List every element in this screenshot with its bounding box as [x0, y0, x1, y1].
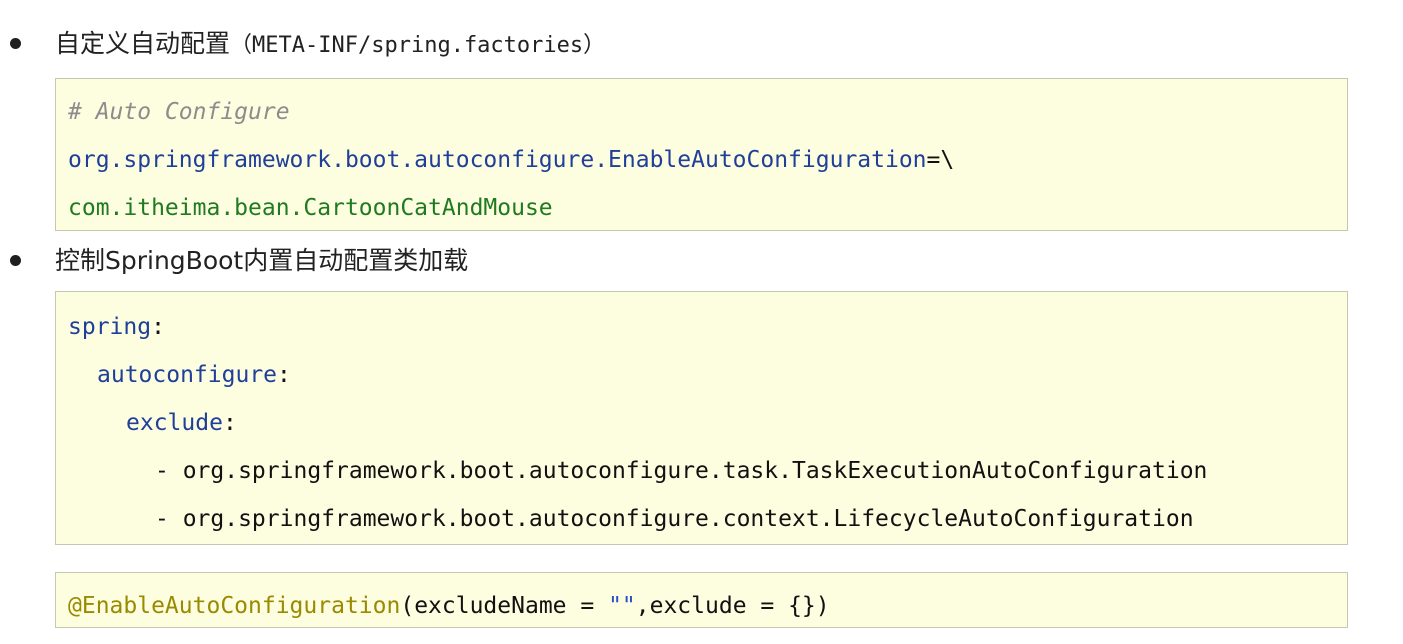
yaml-exclude-item: - org.springframework.boot.autoconfigure… [155, 506, 1194, 532]
yaml-colon: : [222, 410, 237, 436]
code-block-yaml-exclude: spring: autoconfigure: exclude: - org.sp… [55, 291, 1348, 545]
bullet-text: 控制SpringBoot内置自动配置类加载 [55, 246, 469, 275]
yaml-colon: : [151, 314, 165, 340]
code-block-spring-factories: # Auto Configure org.springframework.boo… [55, 78, 1348, 231]
annotation-args-close: ,exclude = {}) [635, 593, 830, 619]
annotation-string-value: "" [608, 593, 636, 619]
code-key: org.springframework.boot.autoconfigure.E… [68, 147, 927, 173]
yaml-key-spring: spring [68, 314, 152, 340]
yaml-line-exclude: exclude: [126, 408, 237, 438]
yaml-line-autoconfigure: autoconfigure: [97, 360, 291, 390]
bullet-label-path: （META-INF/spring.factories） [230, 33, 606, 58]
bullet-text: 自定义自动配置（META-INF/spring.factories） [55, 26, 605, 64]
annotation-line: @EnableAutoConfiguration(excludeName = "… [68, 591, 830, 621]
yaml-key-exclude: exclude [126, 410, 223, 436]
code-value: com.itheima.bean.CartoonCatAndMouse [68, 195, 553, 221]
yaml-exclude-item: - org.springframework.boot.autoconfigure… [155, 458, 1208, 484]
code-key-suffix: =\ [926, 147, 955, 173]
yaml-line-spring: spring: [68, 312, 165, 342]
annotation-name: @EnableAutoConfiguration [68, 593, 401, 619]
code-block-annotation: @EnableAutoConfiguration(excludeName = "… [55, 572, 1348, 628]
bullet-dot-icon [10, 38, 21, 49]
annotation-args-open: (excludeName = [400, 593, 609, 619]
bullet-dot-icon [10, 255, 21, 266]
yaml-colon: : [277, 362, 291, 388]
bullet-label-cn: 自定义自动配置 [55, 29, 231, 58]
yaml-key-autoconfigure: autoconfigure [97, 362, 278, 388]
code-line-key: org.springframework.boot.autoconfigure.E… [68, 145, 954, 175]
code-comment: # Auto Configure [68, 99, 290, 125]
